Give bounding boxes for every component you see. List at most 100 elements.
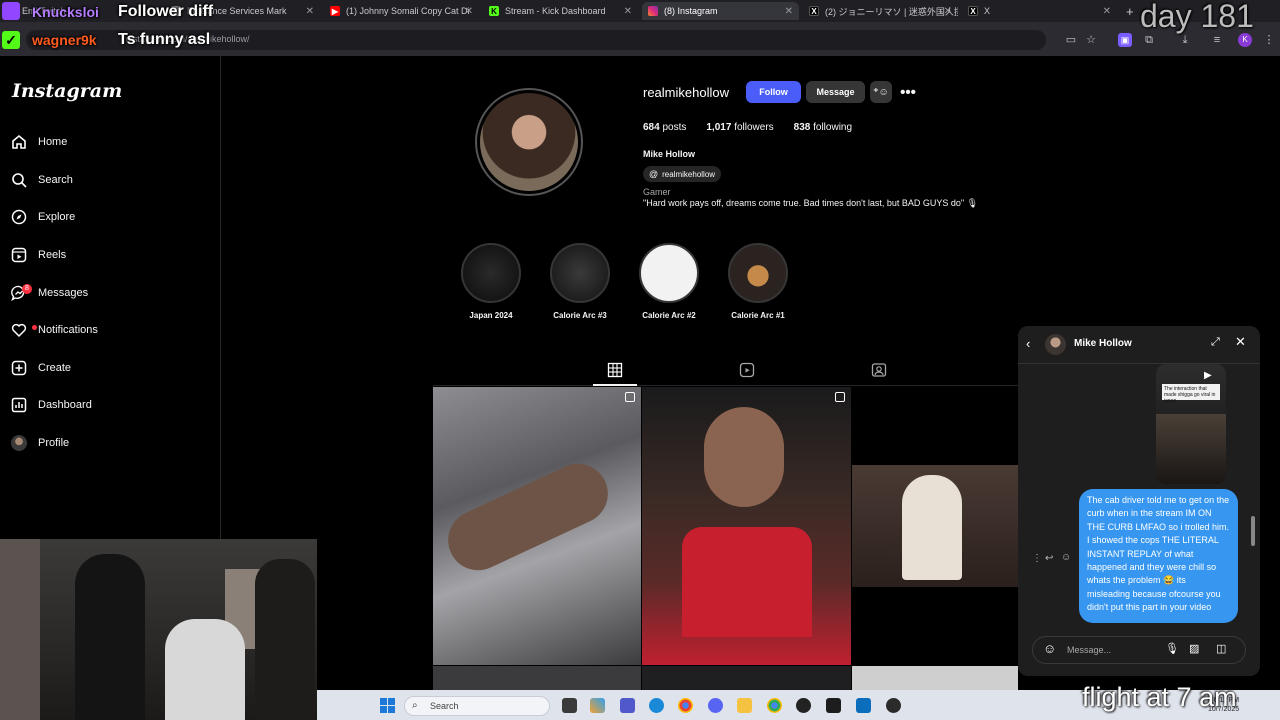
scrollbar-thumb[interactable] (1251, 516, 1255, 546)
new-tab-button[interactable]: + (1120, 2, 1140, 20)
more-options-icon[interactable]: ••• (898, 81, 918, 103)
webcam-background-detail (0, 539, 40, 720)
sticker-icon[interactable]: ◫ (1216, 642, 1226, 655)
chrome-icon[interactable] (767, 698, 782, 713)
expand-icon[interactable]: ⤢ (1211, 336, 1220, 349)
sidebar-item-home[interactable]: Home (10, 128, 210, 156)
message-button[interactable]: Message (806, 81, 865, 103)
reel-caption: The interaction that made shigga go vira… (1162, 384, 1220, 404)
search-icon: ⌕ (412, 700, 418, 711)
suggest-user-button[interactable]: ⁺☺ (870, 81, 892, 103)
file-explorer-icon[interactable] (737, 698, 752, 713)
webcam-chair-detail (165, 619, 245, 720)
story-highlight[interactable]: Calorie Arc #2 (639, 243, 699, 320)
sidebar-item-profile[interactable]: Profile (10, 429, 210, 457)
teams-icon[interactable] (620, 698, 635, 713)
follow-button[interactable]: Follow (746, 81, 801, 103)
close-tab-icon[interactable]: ✕ (1103, 6, 1111, 17)
post-image-detail (438, 453, 618, 581)
threads-link[interactable]: @ realmikehollow (643, 166, 722, 182)
browser-tab[interactable]: X (2) ジョニーリマソ | 迷惑外国人撲 ✕ (803, 2, 958, 20)
profile-avatar[interactable] (480, 93, 578, 191)
taskbar-search[interactable]: Search (404, 696, 550, 716)
story-highlight[interactable]: Calorie Arc #3 (550, 243, 610, 320)
dm-scrollbar[interactable] (1251, 366, 1255, 620)
post-thumbnail[interactable] (433, 666, 641, 690)
media-player-icon[interactable] (796, 698, 811, 713)
cast-icon[interactable]: ▭ (1064, 33, 1078, 47)
extensions-puzzle-icon[interactable]: ⧉ (1142, 33, 1156, 47)
dm-contact-name[interactable]: Mike Hollow (1074, 338, 1132, 349)
browser-tab[interactable]: X X ✕ (962, 2, 1117, 20)
close-tab-icon[interactable]: ✕ (306, 6, 314, 17)
dm-avatar[interactable] (1045, 334, 1066, 355)
chrome-icon[interactable] (678, 698, 693, 713)
back-chevron-icon[interactable]: ‹ (1026, 336, 1030, 351)
chat-message: Follower diff (118, 3, 214, 20)
react-emoji-icon[interactable]: ☺ (1061, 552, 1071, 563)
close-tab-icon[interactable]: ✕ (944, 6, 952, 17)
close-tab-icon[interactable]: ✕ (785, 6, 793, 17)
story-highlight[interactable]: Japan 2024 (461, 243, 521, 320)
post-thumbnail[interactable] (852, 666, 1018, 690)
shared-reel-preview[interactable]: The interaction that made shigga go vira… (1156, 364, 1226, 484)
profile-tabs-divider (433, 385, 1018, 386)
capcut-icon[interactable] (826, 698, 841, 713)
menu-icon[interactable]: ≡ (1210, 33, 1224, 47)
app-icon[interactable] (856, 698, 871, 713)
youtube-favicon-icon: ▶ (330, 6, 340, 16)
post-image-detail (902, 475, 962, 580)
emoji-icon[interactable]: ☺ (1043, 641, 1056, 656)
sidebar-item-search[interactable]: Search (10, 166, 210, 194)
close-tab-icon[interactable]: ✕ (465, 6, 473, 17)
tab-posts-grid-icon[interactable] (607, 362, 623, 378)
microphone-icon[interactable]: 🎙 (1165, 642, 1179, 655)
heart-icon (10, 321, 37, 339)
post-thumbnail[interactable] (642, 666, 851, 690)
reel-indicator-icon (625, 392, 635, 402)
browser-tab[interactable]: K Stream - Kick Dashboard ✕ (483, 2, 638, 20)
streamer-webcam (0, 539, 317, 720)
profile-avatar-icon[interactable]: K (1238, 33, 1252, 47)
close-tab-icon[interactable]: ✕ (624, 6, 632, 17)
post-thumbnail[interactable] (642, 387, 851, 665)
message-more-icon[interactable]: ⋮ (1032, 553, 1042, 564)
discord-icon[interactable] (708, 698, 723, 713)
story-highlight[interactable]: Calorie Arc #1 (728, 243, 788, 320)
x-favicon-icon: X (968, 6, 978, 16)
task-view-icon[interactable] (562, 698, 577, 713)
more-vertical-icon[interactable]: ⋮ (1262, 33, 1276, 47)
sidebar-item-reels[interactable]: Reels (10, 241, 210, 269)
sidebar-item-messages[interactable]: 8 Messages (10, 279, 210, 307)
dm-message-input[interactable] (1032, 636, 1246, 664)
followers-stat[interactable]: 1,017 followers (706, 122, 773, 133)
sidebar-item-dashboard[interactable]: Dashboard (10, 391, 210, 419)
following-stat[interactable]: 838 following (794, 122, 852, 133)
highlight-thumbnail (550, 243, 610, 303)
browser-tab[interactable]: ▶ (1) Johnny Somali Copy Cat Di ✕ (324, 2, 479, 20)
instagram-logo[interactable]: Instagram (12, 80, 122, 102)
edge-icon[interactable] (649, 698, 664, 713)
sidebar-item-notifications[interactable]: Notifications (10, 316, 210, 344)
bookmark-star-icon[interactable]: ☆ (1084, 33, 1098, 47)
post-thumbnail[interactable] (852, 465, 1018, 587)
tab-tagged-icon[interactable] (871, 362, 887, 378)
reply-icon[interactable]: ↩ (1045, 553, 1053, 564)
day-counter-overlay: day 181 (1140, 0, 1254, 34)
sidebar-item-explore[interactable]: Explore (10, 203, 210, 231)
profile-bio: "Hard work pays off, dreams come true. B… (643, 198, 979, 208)
browser-tab-active[interactable]: (8) Instagram ✕ (642, 2, 799, 20)
windows-start-icon[interactable] (380, 698, 395, 713)
highlight-thumbnail (461, 243, 521, 303)
sidebar-item-create[interactable]: Create (10, 354, 210, 382)
webcam-person-silhouette (75, 554, 145, 720)
close-icon[interactable]: ✕ (1235, 334, 1246, 350)
posts-stat[interactable]: 684 posts (643, 122, 686, 133)
post-thumbnail[interactable] (433, 387, 641, 665)
image-icon[interactable]: ▨ (1189, 642, 1199, 655)
extension-icon[interactable]: ▣ (1118, 33, 1132, 47)
copilot-icon[interactable] (590, 698, 605, 713)
downloads-icon[interactable]: ⤓ (1178, 33, 1192, 47)
tab-reels-icon[interactable] (739, 362, 755, 378)
obs-icon[interactable] (886, 698, 901, 713)
